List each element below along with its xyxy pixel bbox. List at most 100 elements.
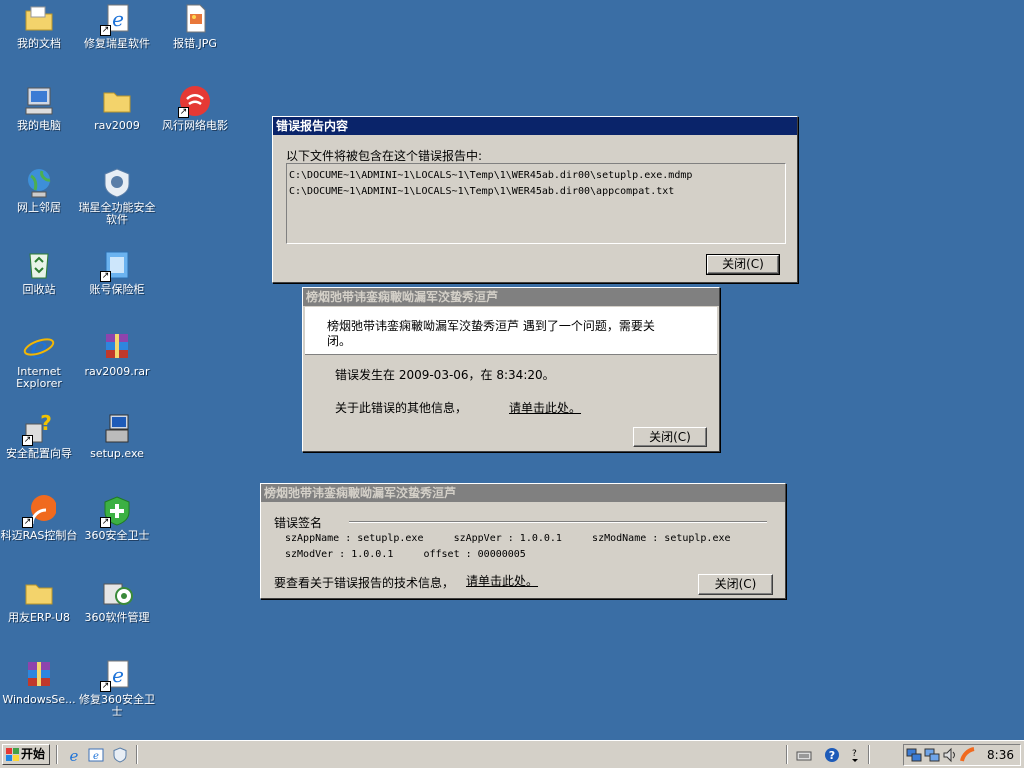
desktop-icon-my-documents[interactable]: 我的文档 — [0, 2, 78, 50]
desktop-icon-label: 用友ERP-U8 — [7, 611, 70, 624]
360-software-manager-icon — [100, 576, 134, 610]
report-file-item: C:\DOCUME~1\ADMINI~1\LOCALS~1\Temp\1\WER… — [289, 186, 675, 197]
error-message-panel: 榜烟弛带讳銮痫皸呦漏军洨蛰秀洹芦 遇到了一个问题，需要关闭。 — [305, 307, 717, 355]
svg-text:e: e — [112, 663, 124, 687]
window-title: 榜烟弛带讳銮痫皸呦漏军洨蛰秀洹芦 — [303, 288, 719, 306]
desktop-icon-yonyou-erp[interactable]: 用友ERP-U8 — [0, 576, 78, 624]
desktop-icon-label: 瑞星全功能安全软件 — [78, 201, 156, 226]
setup-exe-icon — [100, 412, 134, 446]
desktop-icon-label: 报错.JPG — [173, 37, 217, 50]
svg-text:e: e — [70, 747, 79, 763]
windows-logo-icon — [6, 748, 19, 761]
desktop-icon-label: 风行网络电影 — [162, 119, 228, 132]
taskbar-separator — [868, 745, 870, 764]
desktop-icon-label: 360安全卫士 — [84, 529, 150, 542]
shortcut-arrow-icon: ↗ — [178, 107, 189, 118]
network-connection-icon[interactable] — [924, 747, 940, 763]
network-places-icon — [22, 166, 56, 200]
desktop-icon-360-safe[interactable]: ↗ 360安全卫士 — [78, 494, 156, 542]
signature-tech-info-text: 要查看关于错误报告的技术信息， — [274, 576, 455, 590]
desktop-icon-repair-360[interactable]: e ↗ 修复360安全卫士 — [78, 658, 156, 718]
ie-shortcut-icon: e ↗ — [100, 658, 134, 692]
desktop-icon-label: WindowsSe... — [2, 693, 76, 706]
start-label: 开始 — [21, 747, 46, 761]
winrar-archive-icon — [22, 658, 56, 692]
funshion-tray-icon[interactable] — [960, 747, 976, 763]
svg-text:e: e — [112, 7, 124, 31]
rising-lion-icon — [100, 166, 134, 200]
language-bar-options-icon[interactable]: ? — [848, 747, 864, 763]
desktop-icon-label: 我的文档 — [17, 37, 61, 50]
error-occurred-text: 错误发生在 2009-03-06，在 8:34:20。 — [335, 368, 555, 382]
desktop-icon-rav2009[interactable]: rav2009 — [78, 84, 156, 132]
quicklaunch-ie-icon[interactable]: e — [66, 747, 82, 765]
account-safe-icon: ↗ — [100, 248, 134, 282]
section-divider — [349, 521, 767, 523]
report-files-list[interactable]: C:\DOCUME~1\ADMINI~1\LOCALS~1\Temp\1\WER… — [286, 163, 786, 244]
network-connection-icon[interactable] — [906, 747, 922, 763]
desktop-icon-label: rav2009 — [94, 119, 140, 132]
volume-icon[interactable] — [942, 747, 958, 763]
report-intro-text: 以下文件将被包含在这个错误报告中: — [286, 149, 483, 163]
desktop-icon-label: 修复瑞星软件 — [84, 37, 150, 50]
system-tray: 8:36 — [903, 744, 1021, 766]
signature-section-title: 错误签名 — [274, 516, 323, 530]
desktop-icon-rising-full[interactable]: 瑞星全功能安全软件 — [78, 166, 156, 226]
funshion-icon: ↗ — [178, 84, 212, 118]
svg-text:e: e — [30, 331, 48, 364]
desktop-icon-security-wizard[interactable]: ? ↗ 安全配置向导 — [0, 411, 78, 460]
desktop-icon-error-jpg[interactable]: 报错.JPG — [156, 2, 234, 50]
desktop-icon-recycle-bin[interactable]: 回收站 — [0, 248, 78, 296]
desktop-icon-label: 账号保险柜 — [89, 283, 145, 296]
error-dialog-window: 榜烟弛带讳銮痫皸呦漏军洨蛰秀洹芦 榜烟弛带讳銮痫皸呦漏军洨蛰秀洹芦 遇到了一个问… — [302, 287, 720, 452]
desktop-icon-label: 回收站 — [22, 283, 56, 296]
error-message-text: 榜烟弛带讳銮痫皸呦漏军洨蛰秀洹芦 遇到了一个问题，需要关闭。 — [327, 319, 655, 348]
desktop-icon-360-software-manager[interactable]: 360软件管理 — [78, 576, 156, 624]
signature-tech-info-link[interactable]: 请单击此处。 — [466, 572, 538, 589]
shortcut-arrow-icon: ↗ — [100, 271, 111, 282]
svg-text:?: ? — [829, 749, 835, 762]
desktop-icon-my-computer[interactable]: 我的电脑 — [0, 84, 78, 132]
security-wizard-icon: ? ↗ — [22, 411, 56, 446]
start-button[interactable]: 开始 — [2, 744, 50, 765]
svg-text:?: ? — [40, 412, 52, 435]
window-title: 错误报告内容 — [273, 117, 797, 135]
svg-text:e: e — [93, 751, 99, 762]
quicklaunch-explorer-icon[interactable]: e — [88, 747, 104, 763]
desktop-icon-label: 安全配置向导 — [6, 447, 72, 460]
desktop-icon-internet-explorer[interactable]: e Internet Explorer — [0, 330, 78, 390]
signature-line-1: szAppName : setuplp.exe szAppVer : 1.0.0… — [285, 533, 731, 544]
desktop-icon-ras-console[interactable]: ↗ 科迈RAS控制台 — [0, 494, 78, 542]
desktop-icon-network-places[interactable]: 网上邻居 — [0, 166, 78, 214]
help-icon[interactable]: ? — [824, 747, 840, 763]
shortcut-arrow-icon: ↗ — [100, 681, 111, 692]
signature-line-2: szModVer : 1.0.0.1 offset : 00000005 — [285, 549, 526, 560]
error-more-info-text: 关于此错误的其他信息， — [335, 401, 468, 415]
signature-close-button[interactable]: 关闭(C) — [698, 574, 773, 595]
taskbar-separator — [136, 745, 138, 764]
desktop-icon-label: rav2009.rar — [84, 365, 150, 378]
error-more-info-link[interactable]: 请单击此处。 — [509, 399, 581, 416]
error-report-content-window: 错误报告内容 以下文件将被包含在这个错误报告中: C:\DOCUME~1\ADM… — [272, 116, 798, 283]
recycle-bin-icon — [22, 248, 56, 282]
clock[interactable]: 8:36 — [987, 748, 1014, 762]
report-file-item: C:\DOCUME~1\ADMINI~1\LOCALS~1\Temp\1\WER… — [289, 170, 693, 181]
desktop-icon-repair-rising[interactable]: e ↗ 修复瑞星软件 — [78, 2, 156, 50]
error-signature-window: 榜烟弛带讳銮痫皸呦漏军洨蛰秀洹芦 错误签名 szAppName : setupl… — [260, 483, 786, 599]
taskbar-separator — [56, 745, 58, 764]
shortcut-arrow-icon: ↗ — [100, 517, 111, 528]
folder-icon — [22, 576, 56, 610]
report-close-button[interactable]: 关闭(C) — [706, 254, 780, 275]
error-close-button[interactable]: 关闭(C) — [633, 427, 707, 447]
desktop-icon-setup-exe[interactable]: setup.exe — [78, 412, 156, 460]
desktop-icon-rav2009-rar[interactable]: rav2009.rar — [78, 330, 156, 378]
quicklaunch-rising-icon[interactable] — [112, 747, 128, 763]
desktop-icon-funshion[interactable]: ↗ 风行网络电影 — [156, 84, 234, 132]
desktop-icon-label: 网上邻居 — [17, 201, 61, 214]
svg-text:?: ? — [852, 749, 857, 759]
desktop-icon-account-safe[interactable]: ↗ 账号保险柜 — [78, 248, 156, 296]
ras-console-icon: ↗ — [22, 494, 57, 528]
keyboard-icon[interactable] — [796, 747, 812, 763]
desktop-icon-label: 我的电脑 — [17, 119, 61, 132]
desktop-icon-windowsse[interactable]: WindowsSe... — [0, 658, 78, 706]
